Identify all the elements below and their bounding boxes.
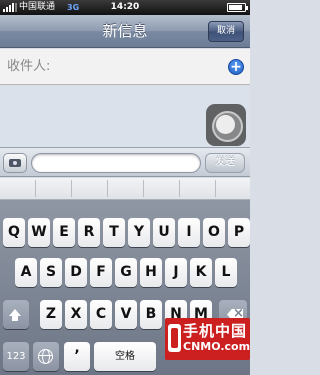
key-o[interactable]: O: [203, 218, 225, 247]
key-v[interactable]: V: [115, 300, 137, 329]
recipient-field[interactable]: 收件人: +: [0, 49, 250, 85]
key-i[interactable]: I: [178, 218, 200, 247]
numbers-key[interactable]: 123: [3, 342, 29, 371]
key-f[interactable]: F: [90, 258, 112, 287]
key-q[interactable]: Q: [3, 218, 25, 247]
key-z[interactable]: Z: [40, 300, 62, 329]
globe-key[interactable]: [33, 342, 59, 371]
key-j[interactable]: J: [165, 258, 187, 287]
navigation-bar: 新信息 取消: [0, 15, 250, 48]
key-r[interactable]: R: [78, 218, 100, 247]
key-s[interactable]: S: [40, 258, 62, 287]
watermark-mark: [168, 324, 181, 352]
compose-bar: 发送: [0, 147, 250, 177]
key-w[interactable]: W: [28, 218, 50, 247]
key-b[interactable]: B: [140, 300, 162, 329]
cancel-button[interactable]: 取消: [208, 21, 244, 42]
apostrophe-key[interactable]: ’: [64, 342, 90, 371]
send-button[interactable]: 发送: [205, 153, 245, 173]
key-d[interactable]: D: [65, 258, 87, 287]
key-g[interactable]: G: [115, 258, 137, 287]
key-h[interactable]: H: [140, 258, 162, 287]
key-l[interactable]: L: [215, 258, 237, 287]
globe-icon: [38, 349, 53, 364]
watermark-logo: 手机中国 CNMO.com: [165, 318, 250, 360]
key-c[interactable]: C: [90, 300, 112, 329]
status-time: 14:20: [110, 2, 140, 12]
key-e[interactable]: E: [53, 218, 75, 247]
shift-key[interactable]: [3, 300, 29, 329]
prediction-bar: [0, 178, 250, 200]
key-t[interactable]: T: [103, 218, 125, 247]
watermark-title: 手机中国: [183, 322, 248, 340]
shift-icon: [9, 309, 21, 321]
camera-button[interactable]: [3, 153, 27, 173]
status-bar: 中国联通 3G 14:20: [0, 0, 250, 15]
key-x[interactable]: X: [65, 300, 87, 329]
key-y[interactable]: Y: [128, 218, 150, 247]
watermark-subtitle: CNMO.com: [183, 340, 251, 353]
key-p[interactable]: P: [228, 218, 250, 247]
key-a[interactable]: A: [15, 258, 37, 287]
space-key[interactable]: 空格: [94, 342, 156, 371]
add-contact-button[interactable]: +: [228, 59, 244, 75]
recipient-label: 收件人:: [7, 59, 51, 74]
battery-icon: [227, 3, 248, 12]
key-u[interactable]: U: [153, 218, 175, 247]
assistive-touch-icon[interactable]: [206, 104, 246, 146]
camera-lens: [12, 160, 18, 166]
message-input[interactable]: [31, 153, 201, 173]
key-k[interactable]: K: [190, 258, 212, 287]
